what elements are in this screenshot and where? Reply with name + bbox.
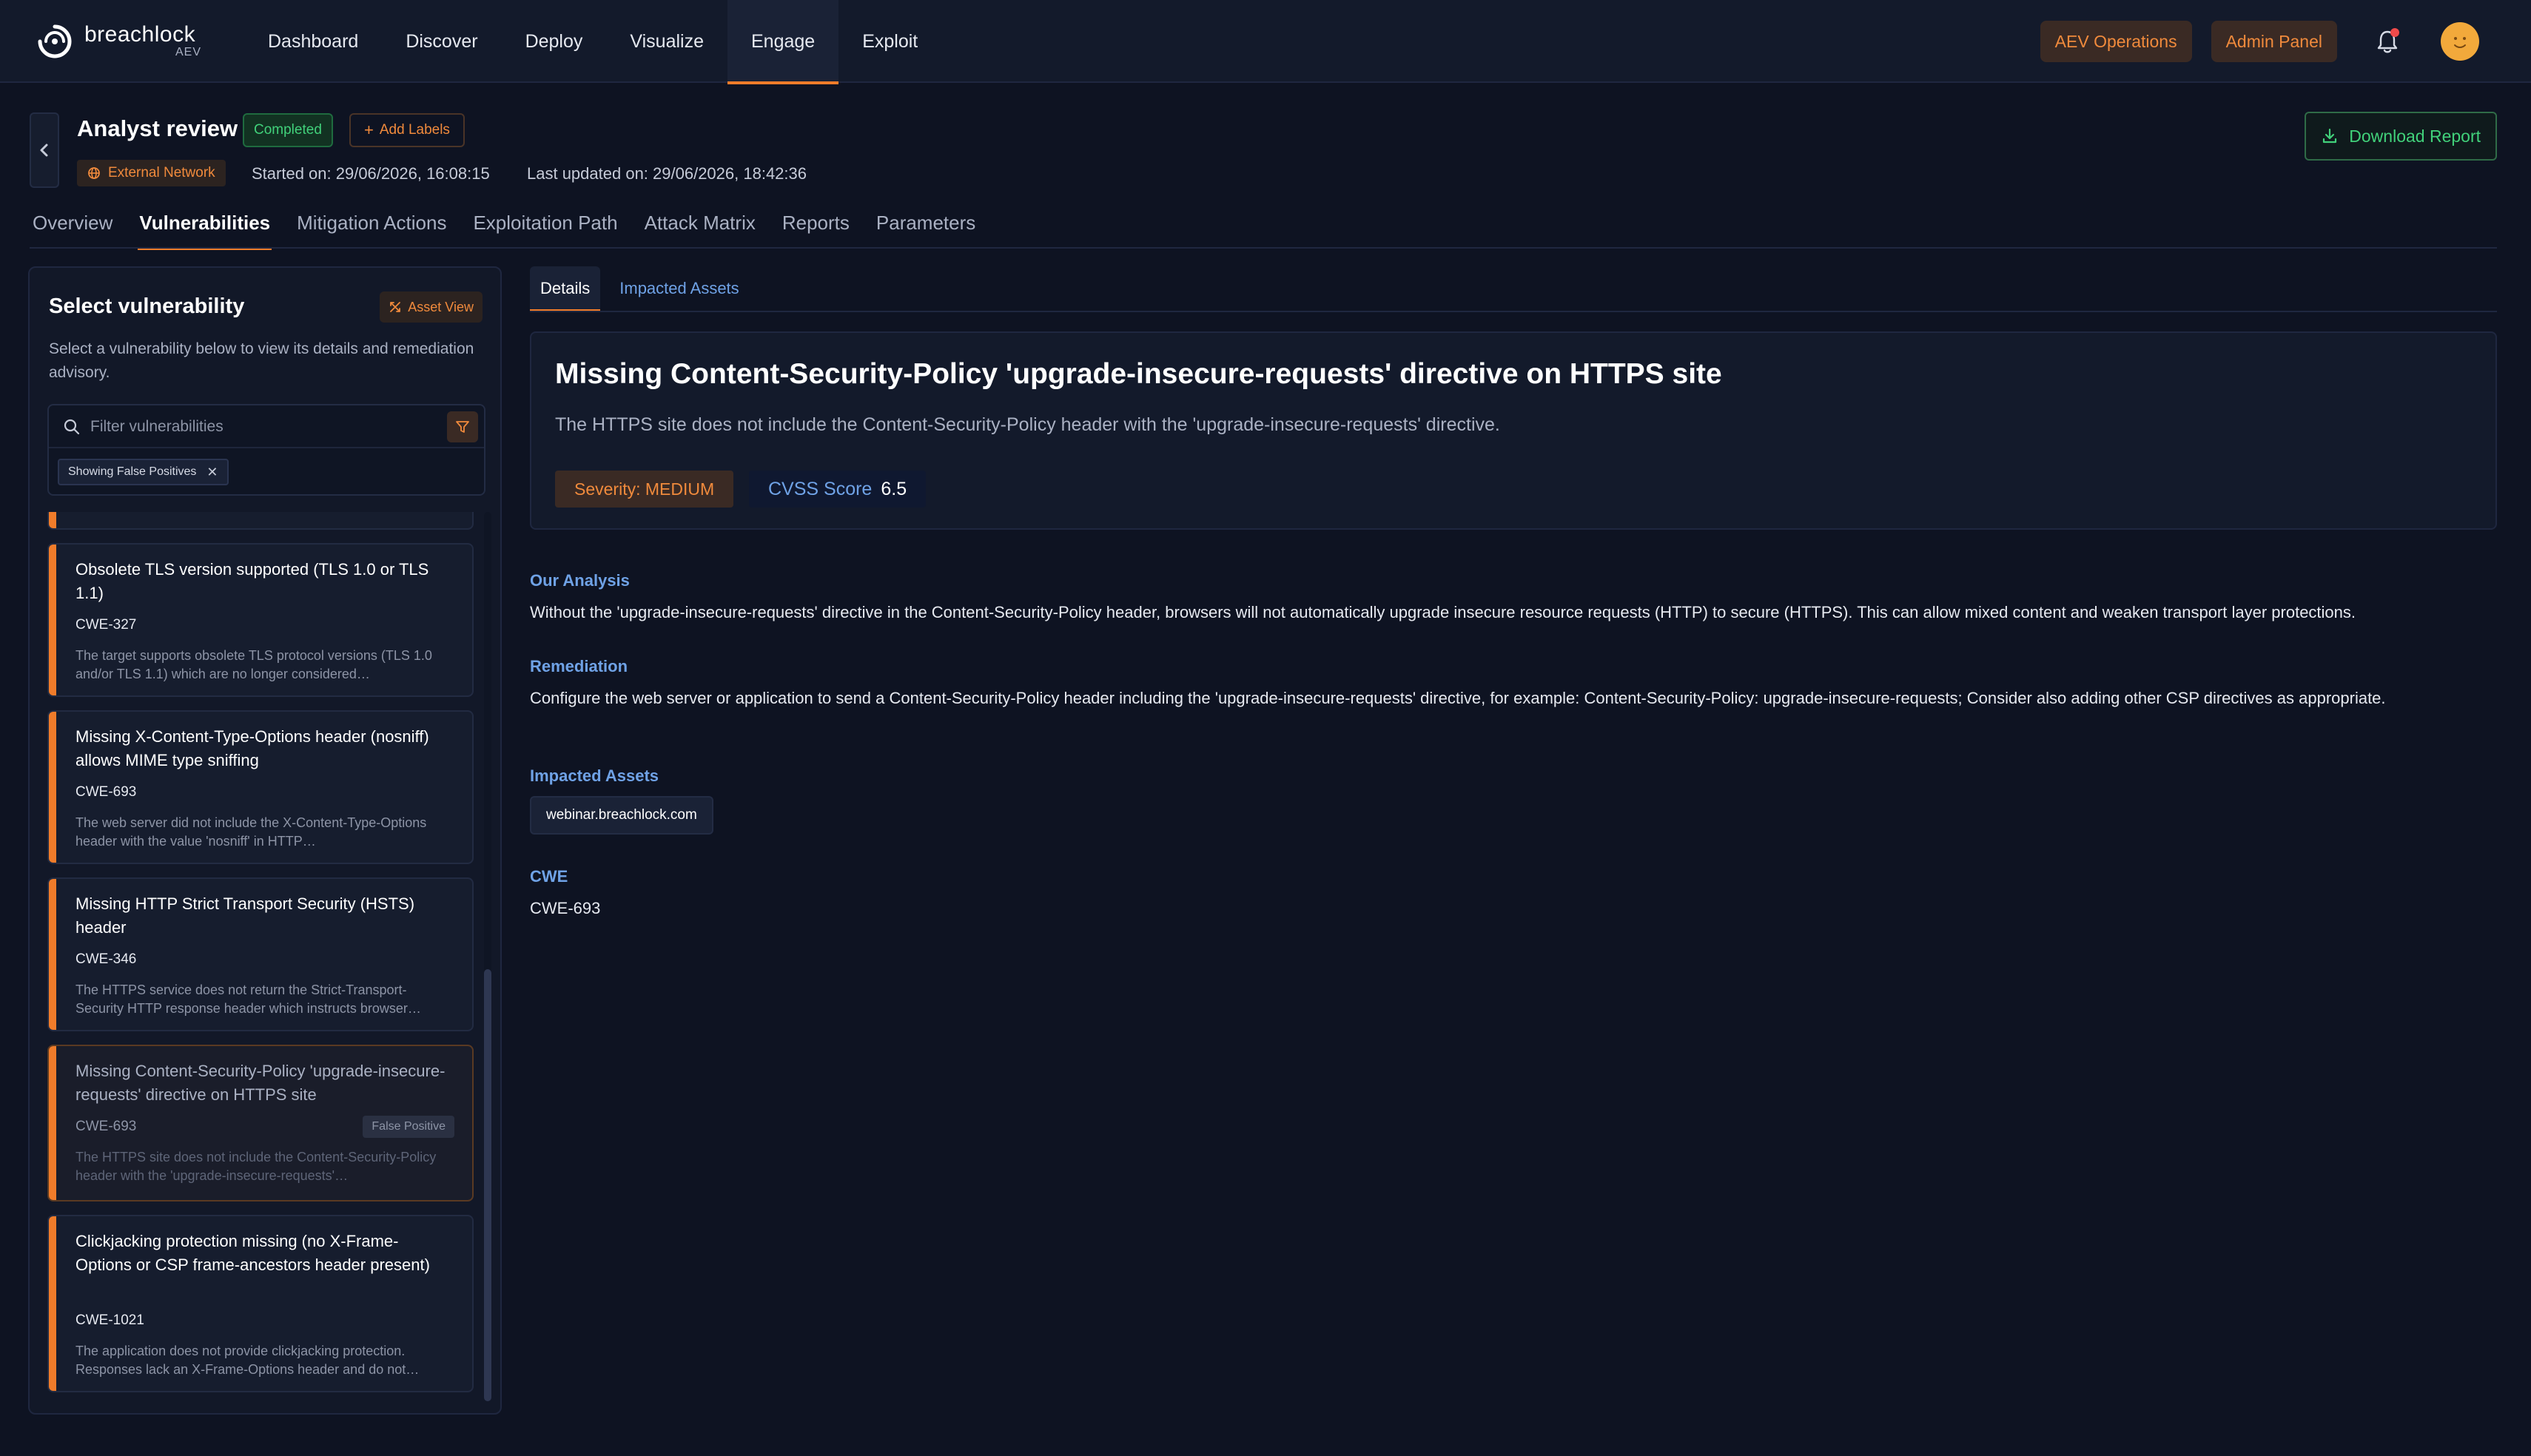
detail-tabs: Details Impacted Assets [530,266,750,312]
brand-logo[interactable]: breachlock AEV [36,19,210,64]
nav-dashboard[interactable]: Dashboard [244,0,382,83]
nav-engage[interactable]: Engage [727,0,839,84]
vulnerability-description: The target supports obsolete TLS protoco… [75,648,432,681]
tab-mitigation-actions[interactable]: Mitigation Actions [297,212,446,249]
detail-tabs-divider [530,311,2497,312]
nav-exploit[interactable]: Exploit [838,0,941,83]
page-title: Analyst review [77,115,238,141]
aev-operations-button[interactable]: AEV Operations [2040,21,2192,62]
false-positive-badge: False Positive [363,1116,454,1138]
list-item[interactable]: Obsolete TLS version supported (TLS 1.0 … [47,543,474,697]
analysis-text: Without the 'upgrade-insecure-requests' … [530,603,2356,621]
vulnerability-description: The web server did not include the X-Con… [75,815,427,849]
chip-label: Showing False Positives [68,465,197,478]
filter-box: Showing False Positives ✕ [47,404,485,496]
nav-deploy[interactable]: Deploy [502,0,607,83]
switch-icon [390,302,401,312]
funnel-icon [456,421,469,433]
vulnerability-description: The application does not provide clickja… [75,1344,420,1377]
vulnerability-description: The HTTPS site does not include the Cont… [75,1150,437,1183]
brand-sub: AEV [175,46,201,58]
cvss-label: CVSS Score [768,478,873,499]
network-label: External Network [108,165,215,181]
breachlock-logo-icon [38,24,72,58]
vulnerability-detail-card: Missing Content-Security-Policy 'upgrade… [530,331,2497,530]
impacted-asset-tag[interactable]: webinar.breachlock.com [530,796,713,835]
plus-icon: + [364,121,374,139]
globe-icon [88,167,100,179]
panel-description: Select a vulnerability below to view its… [49,340,474,381]
cvss-badge: CVSS Score 6.5 [749,471,927,508]
remediation-text: Configure the web server or application … [530,689,2386,707]
list-item[interactable] [47,512,474,530]
notification-dot [2390,28,2399,37]
avatar-face-icon [2454,37,2466,48]
vulnerability-cwe: CWE-327 [75,617,137,633]
vulnerability-title: Missing HTTP Strict Transport Security (… [75,894,415,937]
vulnerability-selector-panel: Select vulnerability Asset View Select a… [28,266,502,1415]
vulnerability-detail-description: The HTTPS site does not include the Cont… [555,414,1500,435]
tab-parameters[interactable]: Parameters [876,212,975,249]
cvss-value: 6.5 [881,478,907,499]
severity-badge: Severity: MEDIUM [555,471,734,508]
top-navigation: breachlock AEV Dashboard Discover Deploy… [0,0,2531,84]
back-button[interactable] [30,112,59,188]
vulnerability-cwe: CWE-693 [75,1119,137,1134]
filter-button[interactable] [447,411,478,442]
section-tabs: Overview Vulnerabilities Mitigation Acti… [33,212,975,250]
tab-vulnerabilities[interactable]: Vulnerabilities [138,212,272,250]
impacted-assets-heading: Impacted Assets [530,766,659,785]
vulnerability-title: Missing X-Content-Type-Options header (n… [75,727,429,769]
vulnerability-title: Clickjacking protection missing (no X-Fr… [75,1232,430,1274]
vulnerability-title: Missing Content-Security-Policy 'upgrade… [75,1062,446,1104]
tab-overview[interactable]: Overview [33,212,112,249]
vulnerability-cwe: CWE-346 [75,951,137,967]
asset-view-label: Asset View [408,299,474,314]
list-item[interactable]: Missing HTTP Strict Transport Security (… [47,877,474,1031]
updated-timestamp: Last updated on: 29/06/2026, 18:42:36 [527,164,807,183]
nav-visualize[interactable]: Visualize [606,0,727,83]
network-badge: External Network [77,160,226,186]
tab-exploitation-path[interactable]: Exploitation Path [473,212,617,249]
tab-impacted-assets[interactable]: Impacted Assets [609,266,749,311]
chevron-left-icon [40,144,48,157]
add-labels-button[interactable]: + Add Labels [349,113,465,147]
download-report-label: Download Report [2349,126,2481,146]
cwe-heading: CWE [530,867,568,886]
download-icon [2323,128,2337,144]
user-avatar[interactable] [2441,22,2479,61]
panel-title: Select vulnerability [49,294,245,318]
list-item[interactable]: Missing X-Content-Type-Options header (n… [47,710,474,864]
asset-view-button[interactable]: Asset View [380,291,483,323]
vulnerability-cwe: CWE-693 [75,784,137,800]
vulnerability-detail-title: Missing Content-Security-Policy 'upgrade… [555,358,1722,390]
vulnerability-title: Obsolete TLS version supported (TLS 1.0 … [75,560,429,602]
tabs-divider [30,247,2497,249]
analysis-heading: Our Analysis [530,571,630,590]
admin-panel-button[interactable]: Admin Panel [2211,21,2337,62]
tab-details[interactable]: Details [530,266,601,312]
tab-attack-matrix[interactable]: Attack Matrix [645,212,756,249]
download-report-button[interactable]: Download Report [2305,112,2497,161]
started-timestamp: Started on: 29/06/2026, 16:08:15 [252,164,490,183]
status-badge: Completed [243,113,333,147]
nav-discover[interactable]: Discover [382,0,501,83]
search-icon [64,419,80,435]
remediation-heading: Remediation [530,657,628,675]
filter-vulnerabilities-input[interactable] [90,413,423,441]
false-positives-chip: Showing False Positives ✕ [58,459,229,485]
chip-close-icon[interactable]: ✕ [206,465,218,480]
notifications-button[interactable] [2373,27,2402,56]
vulnerability-cwe: CWE-1021 [75,1312,144,1328]
add-labels-label: Add Labels [379,122,450,138]
list-item-selected[interactable]: Missing Content-Security-Policy 'upgrade… [47,1045,474,1201]
list-scrollbar-thumb[interactable] [484,969,491,1401]
vulnerability-description: The HTTPS service does not return the St… [75,983,421,1016]
brand-name: breachlock [84,22,196,47]
cwe-value: CWE-693 [530,899,601,917]
vulnerability-list: Obsolete TLS version supported (TLS 1.0 … [47,512,484,1401]
main-nav: Dashboard Discover Deploy Visualize Enga… [244,0,941,84]
tab-reports[interactable]: Reports [782,212,850,249]
list-item[interactable]: Clickjacking protection missing (no X-Fr… [47,1215,474,1392]
